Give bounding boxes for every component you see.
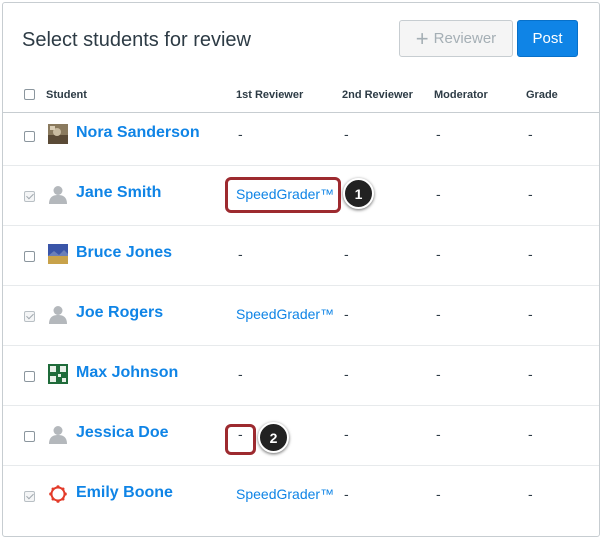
second-reviewer-cell: - [344, 486, 349, 502]
grade-cell: - [528, 246, 533, 262]
page-title: Select students for review [22, 29, 251, 51]
moderator-column-header: Moderator [434, 89, 488, 101]
student-name-link[interactable]: Bruce Jones [76, 244, 172, 262]
moderator-cell: - [436, 426, 441, 442]
student-name-link[interactable]: Emily Boone [76, 484, 173, 502]
photo-avatar [48, 484, 68, 504]
student-name-link[interactable]: Jessica Doe [76, 424, 169, 442]
select-all-checkbox[interactable] [24, 89, 35, 100]
default-user-avatar-icon [48, 424, 68, 444]
grade-cell: - [528, 486, 533, 502]
student-name-link[interactable]: Max Johnson [76, 364, 178, 382]
row-checkbox[interactable] [24, 431, 35, 442]
second-reviewer-cell: - [344, 426, 349, 442]
grade-column-header: Grade [526, 89, 558, 101]
moderator-cell: - [436, 486, 441, 502]
student-name-link[interactable]: Nora Sanderson [76, 124, 200, 142]
table-row: Max Johnson - - - - [3, 346, 599, 406]
moderator-cell: - [436, 306, 441, 322]
student-name-link[interactable]: Joe Rogers [76, 304, 163, 322]
photo-avatar [48, 364, 68, 384]
row-checkbox[interactable] [24, 371, 35, 382]
row-checkbox[interactable] [24, 311, 35, 322]
second-reviewer-cell: - [344, 126, 349, 142]
student-name-link[interactable]: Jane Smith [76, 184, 161, 202]
grade-cell: - [528, 186, 533, 202]
default-user-avatar-icon [48, 304, 68, 324]
row-checkbox[interactable] [24, 251, 35, 262]
row-checkbox[interactable] [24, 191, 35, 202]
photo-avatar [48, 244, 68, 264]
table-row: Bruce Jones - - - - [3, 226, 599, 286]
student-column-header: Student [46, 89, 87, 101]
callout-badge-1: 1 [343, 178, 374, 209]
callout-badge-2: 2 [258, 422, 289, 453]
photo-avatar [48, 124, 68, 144]
default-user-avatar-icon [48, 184, 68, 204]
moderator-cell: - [436, 186, 441, 202]
second-reviewer-cell: - [344, 366, 349, 382]
add-reviewer-label: Reviewer [433, 30, 497, 47]
row-checkbox[interactable] [24, 491, 35, 502]
speedgrader-link[interactable]: SpeedGrader™ [236, 486, 334, 502]
post-button[interactable]: Post [517, 20, 578, 57]
row-checkbox[interactable] [24, 131, 35, 142]
speedgrader-link[interactable]: SpeedGrader™ [236, 306, 334, 322]
first-reviewer-cell: - [238, 366, 243, 382]
first-reviewer-column-header: 1st Reviewer [236, 89, 304, 101]
table-row: Nora Sanderson - - - - [3, 106, 599, 166]
first-reviewer-cell: - [238, 246, 243, 262]
moderation-panel: Select students for review + Reviewer Po… [2, 2, 600, 537]
second-reviewer-column-header: 2nd Reviewer [342, 89, 413, 101]
grade-cell: - [528, 366, 533, 382]
reviewer-dash-highlight-box [225, 424, 256, 455]
second-reviewer-cell: - [344, 246, 349, 262]
speedgrader-highlight-box [225, 177, 341, 213]
table-row: Emily Boone SpeedGrader™ - - - [3, 466, 599, 526]
add-reviewer-button[interactable]: + Reviewer [399, 20, 513, 57]
table-row: Jessica Doe - - - - [3, 406, 599, 466]
moderator-cell: - [436, 246, 441, 262]
moderator-cell: - [436, 366, 441, 382]
second-reviewer-cell: - [344, 306, 349, 322]
plus-icon: + [415, 25, 429, 51]
first-reviewer-cell: - [238, 126, 243, 142]
table-row: Joe Rogers SpeedGrader™ - - - [3, 286, 599, 346]
grade-cell: - [528, 126, 533, 142]
grade-cell: - [528, 306, 533, 322]
moderator-cell: - [436, 126, 441, 142]
grade-cell: - [528, 426, 533, 442]
